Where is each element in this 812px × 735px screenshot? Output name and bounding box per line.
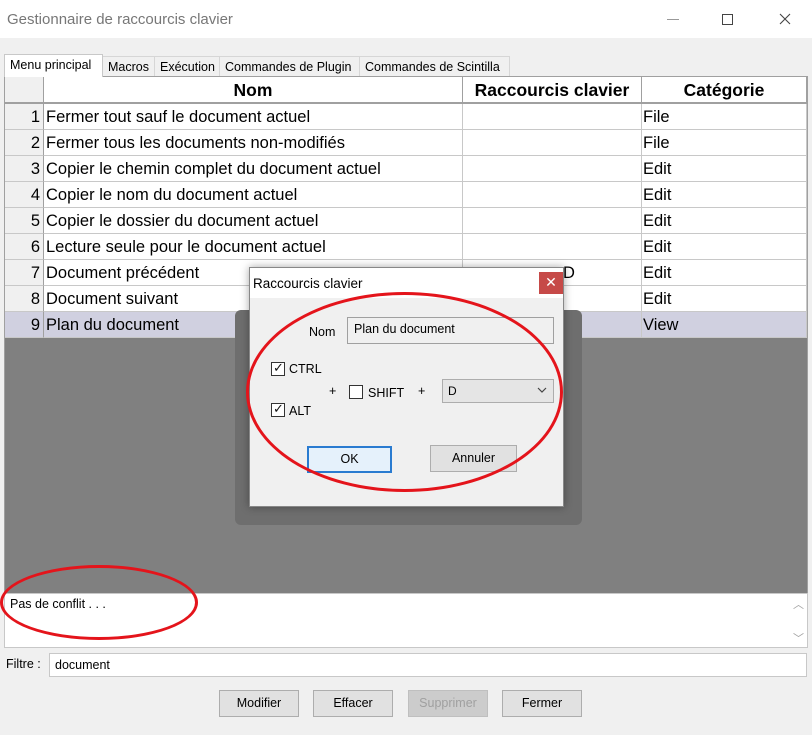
dialog-title: Raccourcis clavier	[253, 276, 363, 291]
status-scrollbar[interactable]: ︿ ﹀	[790, 594, 807, 647]
cell-categorie: View	[642, 312, 807, 338]
conflict-status-text: Pas de conflit . . .	[10, 597, 106, 611]
plus-sign: +	[329, 384, 337, 398]
header-nom[interactable]: Nom	[44, 77, 463, 104]
header-corner	[5, 77, 44, 104]
row-number: 5	[5, 208, 44, 234]
cell-nom: Copier le chemin complet du document act…	[44, 156, 463, 182]
dialog-close-button[interactable]: ✕	[539, 272, 563, 294]
table-row[interactable]: 4 Copier le nom du document actuel Edit	[5, 182, 807, 208]
scroll-down-icon[interactable]: ﹀	[793, 630, 804, 646]
cell-nom: Copier le nom du document actuel	[44, 182, 463, 208]
cancel-button[interactable]: Annuler	[430, 445, 517, 472]
minimize-icon	[667, 18, 679, 20]
scroll-up-icon[interactable]: ︿	[793, 596, 804, 612]
ctrl-checkbox[interactable]: ✓	[271, 360, 285, 376]
filter-label: Filtre :	[6, 657, 41, 671]
row-number: 8	[5, 286, 44, 312]
tab-commandes-scintilla[interactable]: Commandes de Scintilla	[359, 56, 510, 76]
tab-menu-principal[interactable]: Menu principal	[4, 54, 103, 77]
cell-nom: Fermer tous les documents non-modifiés	[44, 130, 463, 156]
row-number: 4	[5, 182, 44, 208]
fermer-button[interactable]: Fermer	[502, 690, 582, 717]
tab-macros[interactable]: Macros	[102, 56, 155, 76]
grid-header: Nom Raccourcis clavier Catégorie	[5, 77, 807, 104]
table-row[interactable]: 5 Copier le dossier du document actuel E…	[5, 208, 807, 234]
cell-categorie: Edit	[642, 156, 807, 182]
table-row[interactable]: 2 Fermer tous les documents non-modifiés…	[5, 130, 807, 156]
ctrl-label: CTRL	[289, 362, 322, 376]
cell-nom: Lecture seule pour le document actuel	[44, 234, 463, 260]
cell-raccourci	[463, 130, 642, 156]
row-number: 7	[5, 260, 44, 286]
window-title: Gestionnaire de raccourcis clavier	[7, 11, 233, 28]
table-row[interactable]: 6 Lecture seule pour le document actuel …	[5, 234, 807, 260]
cell-raccourci	[463, 156, 642, 182]
dialog-title-bar: Raccourcis clavier ✕	[250, 268, 563, 298]
minimize-button[interactable]	[650, 0, 696, 38]
dialog-nom-label: Nom	[309, 325, 336, 339]
key-select[interactable]: D	[442, 379, 554, 403]
checkmark-icon: ✓	[273, 401, 284, 416]
header-categorie[interactable]: Catégorie	[642, 77, 807, 104]
header-raccourcis[interactable]: Raccourcis clavier	[463, 77, 642, 104]
shift-label: SHIFT	[368, 386, 405, 400]
checkmark-icon: ✓	[273, 360, 284, 375]
shortcut-manager-window: Gestionnaire de raccourcis clavier Menu …	[0, 0, 812, 735]
cell-categorie: Edit	[642, 208, 807, 234]
table-row[interactable]: 1 Fermer tout sauf le document actuel Fi…	[5, 104, 807, 130]
effacer-button[interactable]: Effacer	[313, 690, 393, 717]
alt-checkbox[interactable]: ✓	[271, 401, 285, 417]
cell-raccourci	[463, 234, 642, 260]
modifier-button[interactable]: Modifier	[219, 690, 299, 717]
maximize-button[interactable]	[704, 0, 750, 38]
cell-nom: Copier le dossier du document actuel	[44, 208, 463, 234]
row-number: 1	[5, 104, 44, 130]
row-number: 3	[5, 156, 44, 182]
maximize-icon	[721, 13, 733, 25]
key-select-value: D	[448, 384, 457, 398]
tab-execution[interactable]: Exécution	[154, 56, 220, 76]
chevron-down-icon	[537, 387, 547, 393]
close-icon: ✕	[545, 274, 557, 290]
dialog-nom-field: Plan du document	[347, 317, 554, 344]
cell-raccourci	[463, 104, 642, 130]
tab-label: Commandes de Scintilla	[365, 60, 500, 74]
cell-raccourci	[463, 182, 642, 208]
cell-categorie: File	[642, 130, 807, 156]
row-number: 2	[5, 130, 44, 156]
row-number: 6	[5, 234, 44, 260]
title-bar: Gestionnaire de raccourcis clavier	[0, 0, 812, 38]
close-button[interactable]	[762, 0, 808, 38]
ok-button[interactable]: OK	[307, 446, 392, 473]
close-icon	[779, 13, 791, 25]
cell-categorie: Edit	[642, 182, 807, 208]
plus-sign: +	[418, 384, 426, 398]
table-row[interactable]: 3 Copier le chemin complet du document a…	[5, 156, 807, 182]
tab-label: Commandes de Plugin	[225, 60, 352, 74]
tab-label: Menu principal	[10, 58, 92, 72]
cell-raccourci	[463, 208, 642, 234]
cell-categorie: Edit	[642, 260, 807, 286]
supprimer-button[interactable]: Supprimer	[408, 690, 488, 717]
shortcut-dialog: Raccourcis clavier ✕ Nom Plan du documen…	[249, 267, 564, 507]
conflict-status-box: Pas de conflit . . . ︿ ﹀	[4, 593, 808, 648]
shift-checkbox[interactable]	[349, 385, 363, 399]
tab-commandes-plugin[interactable]: Commandes de Plugin	[219, 56, 360, 76]
row-number: 9	[5, 312, 44, 338]
cell-categorie: File	[642, 104, 807, 130]
cell-nom: Fermer tout sauf le document actuel	[44, 104, 463, 130]
cell-categorie: Edit	[642, 234, 807, 260]
cell-categorie: Edit	[642, 286, 807, 312]
alt-label: ALT	[289, 404, 311, 418]
filter-input[interactable]	[49, 653, 807, 677]
tab-label: Macros	[108, 60, 149, 74]
tab-label: Exécution	[160, 60, 215, 74]
